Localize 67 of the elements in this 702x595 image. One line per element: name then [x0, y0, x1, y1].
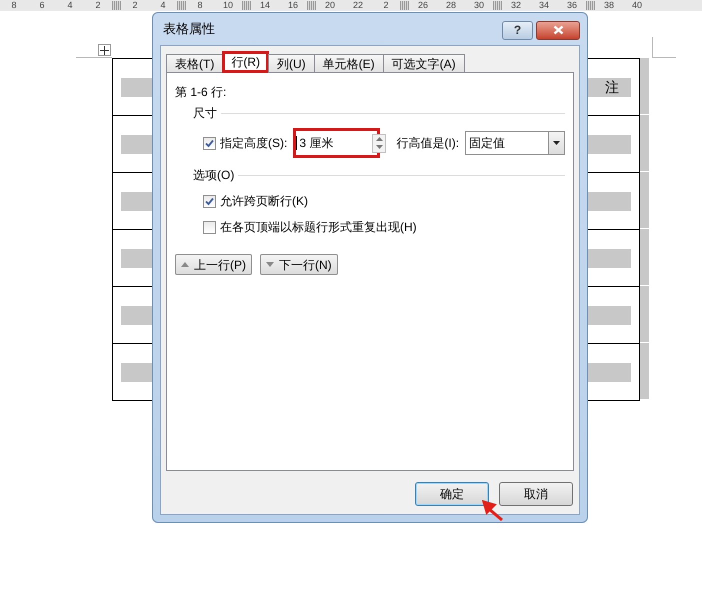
previous-row-button[interactable]: 上一行(P) [175, 254, 252, 275]
checkbox-label: 指定高度(S): [220, 135, 288, 152]
ruler-marker-icon[interactable] [493, 1, 502, 10]
close-button[interactable] [536, 20, 580, 40]
tab[interactable]: 列(U) [268, 54, 315, 73]
close-icon [552, 25, 564, 35]
row-end-marker [640, 229, 649, 285]
ruler-number: 22 [352, 0, 364, 11]
section-heading: 尺寸 [193, 105, 217, 122]
ruler-number: 8 [196, 0, 204, 11]
table-move-handle-icon[interactable] [98, 44, 111, 56]
tab[interactable]: 可选文字(A) [382, 54, 465, 73]
row-end-marker [640, 172, 649, 228]
rows-label: 第 1-6 行: [175, 84, 228, 101]
checkbox[interactable] [203, 220, 216, 234]
tab[interactable]: 单元格(E) [314, 54, 384, 73]
dropdown-value: 固定值 [468, 135, 506, 152]
ruler-number: 36 [566, 0, 578, 11]
ruler-number: 10 [222, 0, 234, 11]
section-heading: 选项(O) [193, 167, 234, 184]
down-triangle-icon [266, 262, 274, 267]
up-triangle-icon [181, 262, 189, 267]
window-title: 表格属性 [162, 20, 215, 38]
checkbox[interactable] [203, 194, 216, 208]
height-spin-field[interactable]: 3 厘米 [293, 128, 380, 158]
field-label: 行高值是(I): [396, 135, 460, 152]
next-row-button[interactable]: 下一行(N) [260, 254, 338, 275]
row-end-marker [640, 286, 649, 342]
ruler-marker-icon[interactable] [177, 1, 186, 10]
ruler-number: 2 [131, 0, 138, 11]
spin-arrows-icon[interactable] [372, 134, 386, 152]
annotation-arrow-icon [482, 500, 504, 522]
row-end-marker [640, 58, 649, 114]
ruler-number: 4 [66, 0, 74, 11]
ruler-number: 8 [10, 0, 18, 11]
ruler-marker-icon[interactable] [242, 1, 251, 10]
tab[interactable]: 表格(T) [166, 54, 224, 73]
ok-button[interactable]: 确定 [415, 482, 489, 506]
height-value: 3 厘米 [296, 136, 334, 150]
ruler-number: 26 [416, 0, 429, 11]
checkbox-label: 在各页顶端以标题行形式重复出现(H) [220, 219, 417, 236]
checkbox-label: 允许跨页断行(K) [220, 193, 308, 210]
ruler-marker-icon[interactable] [307, 1, 316, 10]
ruler-marker-icon[interactable] [112, 1, 121, 10]
ruler-number: 2 [382, 0, 390, 11]
ruler-number: 30 [472, 0, 485, 11]
ruler-number: 40 [630, 0, 643, 11]
ruler-number: 16 [286, 0, 299, 11]
row-end-marker [640, 343, 649, 399]
ruler-number: 20 [324, 0, 336, 11]
cancel-button[interactable]: 取消 [499, 482, 573, 506]
tab[interactable]: 行(R) [222, 51, 269, 73]
ruler-marker-icon[interactable] [586, 1, 595, 10]
ruler-number: 14 [258, 0, 271, 11]
row-end-marker [640, 115, 649, 171]
ruler-number: 32 [510, 0, 522, 11]
help-button[interactable]: ? [502, 20, 533, 40]
ruler-marker-icon[interactable] [400, 1, 409, 10]
ruler-number: 2 [94, 0, 102, 11]
checkbox[interactable] [203, 136, 216, 150]
ruler-number: 4 [159, 0, 166, 11]
ruler-number: 6 [38, 0, 46, 11]
rule-dropdown[interactable]: 固定值 [465, 131, 565, 155]
ruler-number: 28 [444, 0, 457, 11]
table-cell-text: 注 [605, 78, 620, 96]
ruler-number: 38 [602, 0, 615, 11]
ruler-number: 34 [538, 0, 550, 11]
